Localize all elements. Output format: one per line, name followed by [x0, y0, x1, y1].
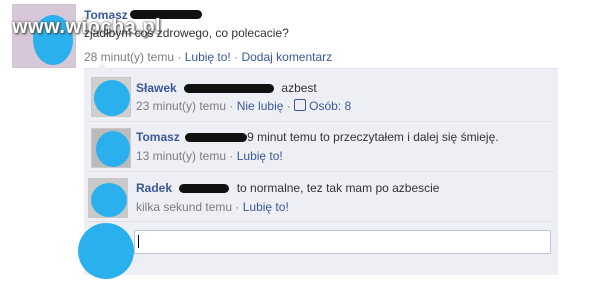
comment-1-meta: 23 minut(y) temu · Nie lubię · Osób: 8	[136, 99, 352, 113]
comment-3-like-link[interactable]: Lubię to!	[243, 200, 289, 214]
reply-avatar	[78, 223, 136, 279]
comment-1-author[interactable]: Sławek	[136, 81, 177, 95]
text-caret	[138, 235, 139, 248]
comment-1-text: azbest	[281, 81, 317, 95]
avatar-blur-blob	[91, 183, 127, 217]
comment-divider	[88, 171, 554, 172]
comment-3-author[interactable]: Radek	[136, 181, 172, 195]
avatar-blur-blob	[78, 223, 134, 279]
post-text: zjadłbym coś zdrowego, co polecacie?	[84, 26, 289, 40]
comment-2-time[interactable]: 13 minut(y) temu	[136, 149, 226, 163]
post-add-comment-link[interactable]: Dodaj komentarz	[241, 50, 332, 64]
panel-pointer	[96, 63, 108, 69]
redacted-name	[185, 133, 248, 143]
avatar-blur-blob	[96, 131, 130, 167]
comment-1-likes-count[interactable]: Osób: 8	[294, 99, 351, 113]
comment-avatar[interactable]	[91, 77, 131, 117]
comment-2-like-link[interactable]: Lubię to!	[237, 149, 283, 163]
comment-divider	[88, 121, 554, 122]
comment-2-meta: 13 minut(y) temu · Lubię to!	[136, 149, 283, 163]
comment-2-text: 9 minut temu to przeczytałem i dalej się…	[247, 130, 499, 144]
comment-input[interactable]	[134, 230, 551, 254]
post-like-link[interactable]: Lubię to!	[185, 50, 231, 64]
redacted-name	[184, 84, 275, 94]
comment-avatar[interactable]	[91, 128, 131, 168]
comment-1-time[interactable]: 23 minut(y) temu	[136, 99, 226, 113]
thumbs-up-icon	[294, 99, 307, 111]
comment-avatar[interactable]	[88, 178, 128, 218]
comment-2-author[interactable]: Tomasz	[136, 130, 180, 144]
comment-1-unlike-link[interactable]: Nie lubię	[237, 99, 284, 113]
redacted-name	[179, 184, 230, 194]
comment-3-meta: kilka sekund temu · Lubię to!	[136, 200, 289, 214]
comment-2-line: Tomasz 9 minut temu to przeczytałem i da…	[136, 130, 499, 144]
avatar-blur-blob	[94, 80, 130, 116]
comment-3-time[interactable]: kilka sekund temu	[136, 200, 232, 214]
comment-3-line: Radek to normalne, tez tak mam po azbesc…	[136, 181, 439, 195]
comment-1-line: Sławek azbest	[136, 81, 317, 95]
comment-divider	[88, 221, 554, 222]
post-time[interactable]: 28 minut(y) temu	[84, 50, 174, 64]
comment-3-text: to normalne, tez tak mam po azbescie	[236, 181, 440, 195]
post-meta: 28 minut(y) temu · Lubię to! · Dodaj kom…	[84, 50, 333, 64]
